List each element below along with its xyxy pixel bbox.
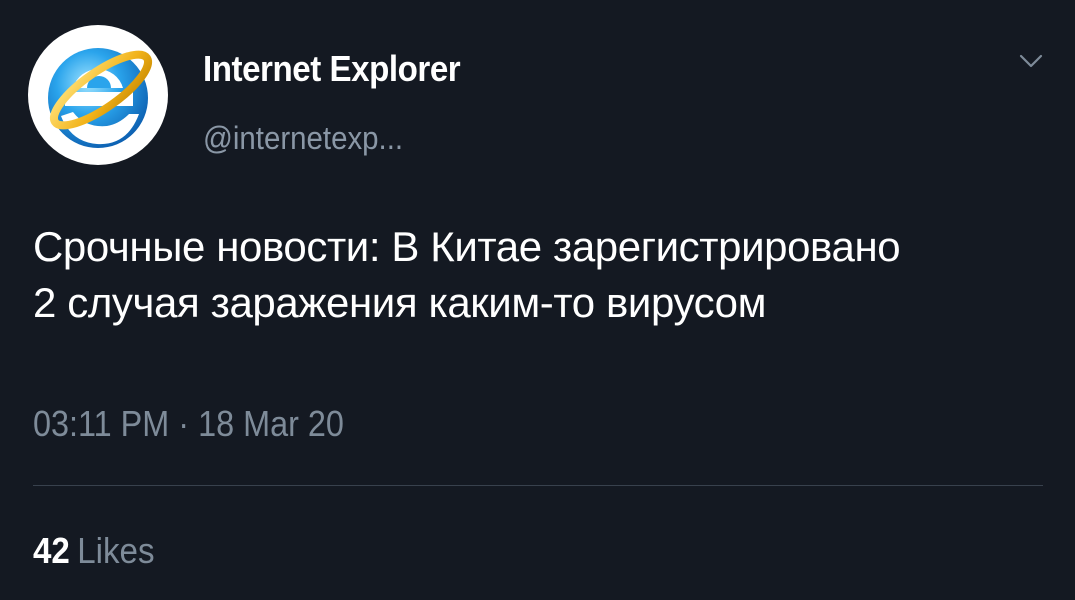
- tweet-text-line: Срочные новости: В Китае зарегистрирован…: [33, 223, 901, 270]
- tweet-text: Срочные новости: В Китае зарегистрирован…: [33, 219, 1068, 331]
- author-display-name[interactable]: Internet Explorer: [203, 48, 461, 90]
- likes-count: 42: [33, 530, 70, 571]
- author-handle[interactable]: @internetexp...: [203, 120, 403, 157]
- likes-label: Likes: [77, 530, 155, 571]
- chevron-down-icon[interactable]: [1018, 52, 1044, 70]
- tweet-text-line: 2 случая заражения каким-то вирусом: [33, 279, 767, 326]
- likes-link[interactable]: 42 Likes: [33, 530, 155, 572]
- divider: [33, 485, 1043, 486]
- tweet-timestamp[interactable]: 03:11 PM · 18 Mar 20: [33, 403, 344, 445]
- internet-explorer-logo-icon: [28, 25, 168, 165]
- avatar[interactable]: [27, 24, 169, 166]
